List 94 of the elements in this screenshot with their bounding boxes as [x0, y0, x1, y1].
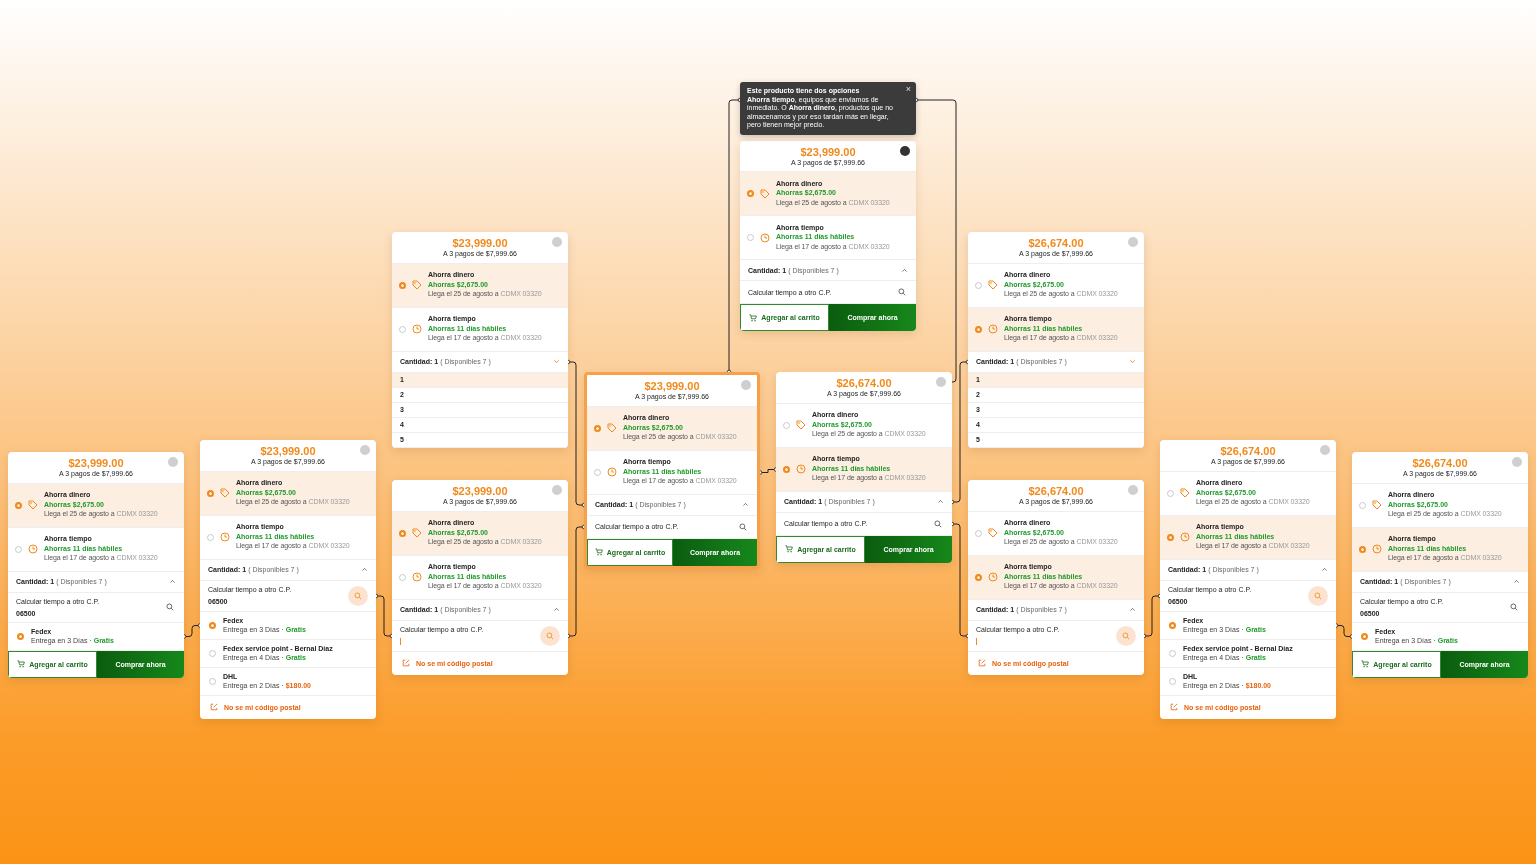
clock-icon	[1372, 544, 1382, 554]
text-cursor	[400, 638, 401, 645]
search-icon	[1510, 603, 1518, 611]
search-button[interactable]	[1508, 601, 1520, 613]
tag-icon	[796, 420, 806, 430]
close-button[interactable]: ×	[905, 85, 911, 94]
clock-icon	[607, 467, 617, 477]
clock-icon	[412, 572, 422, 582]
radio-button[interactable]	[15, 501, 22, 509]
search-button[interactable]	[348, 585, 368, 606]
search-button[interactable]	[932, 517, 944, 530]
radio-button[interactable]	[399, 573, 406, 581]
price: $23,999.00	[68, 457, 124, 470]
radio-button[interactable]	[1359, 501, 1366, 509]
tag-icon	[988, 280, 998, 290]
search-icon	[354, 591, 362, 600]
radio-button[interactable]	[1359, 545, 1366, 553]
radio-button[interactable]	[594, 424, 601, 432]
price: $23,999.00	[452, 485, 508, 498]
radio-button[interactable]	[399, 281, 406, 289]
radio-button[interactable]	[594, 468, 601, 476]
radio-button[interactable]	[1167, 533, 1174, 541]
clock-icon	[988, 572, 998, 582]
radio-button[interactable]	[1167, 489, 1174, 497]
radio-button[interactable]	[747, 234, 754, 241]
price: $26,674.00	[1412, 457, 1468, 470]
radio-button[interactable]	[1169, 621, 1176, 629]
edit-icon	[210, 703, 218, 711]
edit-icon	[1170, 703, 1178, 711]
tag-icon	[28, 500, 38, 510]
clock-icon	[412, 324, 422, 334]
search-icon	[546, 631, 554, 640]
search-button[interactable]	[540, 625, 560, 646]
search-icon	[1314, 591, 1322, 600]
radio-button[interactable]	[975, 325, 982, 333]
radio-button[interactable]	[399, 325, 406, 333]
cart-icon	[17, 660, 26, 668]
radio-button[interactable]	[1169, 649, 1176, 657]
radio-button[interactable]	[17, 632, 24, 640]
price: $26,674.00	[1220, 445, 1276, 458]
search-button[interactable]	[1116, 625, 1136, 646]
clock-icon	[28, 544, 38, 554]
radio-button[interactable]	[1361, 632, 1368, 640]
cart-icon	[594, 548, 603, 556]
clock-icon	[796, 464, 806, 474]
info-icon[interactable]	[900, 145, 910, 156]
search-button[interactable]	[896, 286, 908, 298]
tag-icon	[412, 528, 422, 538]
clock-icon	[988, 324, 998, 334]
cart-icon	[785, 545, 794, 553]
radio-button[interactable]	[15, 545, 22, 553]
edit-icon	[978, 659, 986, 667]
price: $23,999.00	[800, 145, 856, 159]
radio-button[interactable]	[783, 465, 790, 473]
price: $23,999.00	[452, 237, 508, 250]
radio-button[interactable]	[209, 677, 216, 685]
radio-button[interactable]	[207, 533, 214, 541]
search-icon	[166, 603, 174, 611]
cart-icon	[749, 313, 758, 322]
search-icon	[898, 288, 906, 296]
search-button[interactable]	[737, 520, 749, 533]
cart-icon	[1361, 660, 1370, 668]
price: $23,999.00	[644, 380, 700, 393]
clock-icon	[220, 532, 230, 542]
search-icon	[1122, 631, 1130, 640]
tag-icon	[1180, 488, 1190, 498]
radio-button[interactable]	[975, 281, 982, 289]
radio-button[interactable]	[1169, 677, 1176, 685]
price: $26,674.00	[1028, 237, 1084, 250]
clock-icon	[1180, 532, 1190, 542]
radio-button[interactable]	[209, 649, 216, 657]
tag-icon	[1372, 500, 1382, 510]
search-button[interactable]	[164, 601, 176, 613]
price: $23,999.00	[260, 445, 316, 458]
text-cursor	[976, 638, 977, 645]
price: $26,674.00	[1028, 485, 1084, 498]
tag-icon	[220, 488, 230, 498]
tag-icon	[988, 528, 998, 538]
clock-icon	[760, 232, 770, 243]
tag-icon	[607, 423, 617, 433]
radio-button[interactable]	[399, 529, 406, 537]
search-button[interactable]	[1308, 585, 1328, 606]
search-icon	[934, 519, 942, 528]
radio-button[interactable]	[209, 621, 216, 629]
radio-button[interactable]	[207, 489, 214, 497]
radio-button[interactable]	[747, 190, 754, 197]
radio-button[interactable]	[783, 421, 790, 429]
radio-button[interactable]	[975, 573, 982, 581]
edit-icon	[402, 659, 410, 667]
radio-button[interactable]	[975, 529, 982, 537]
search-icon	[739, 522, 747, 531]
tag-icon	[412, 280, 422, 290]
price: $26,674.00	[836, 377, 892, 390]
tag-icon	[760, 188, 770, 199]
